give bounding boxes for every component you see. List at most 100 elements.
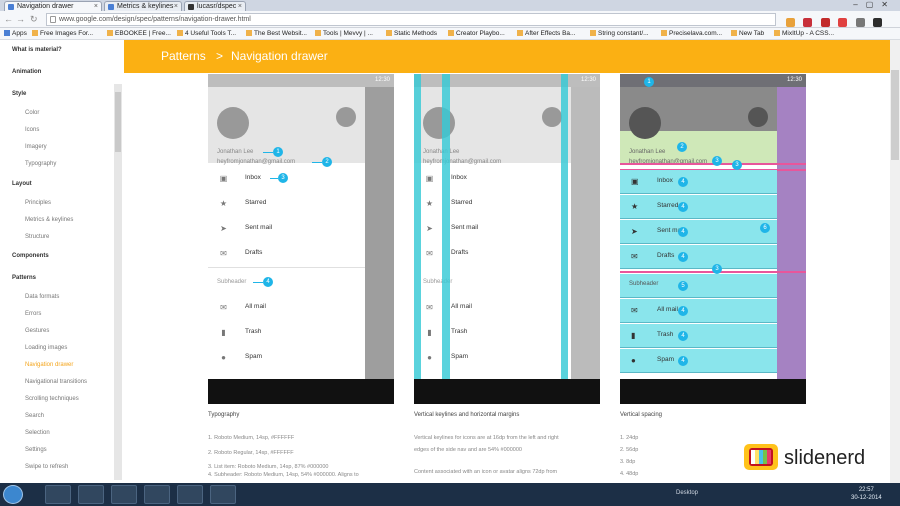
nav-item-navigation-drawer[interactable]: Navigation drawer: [25, 362, 73, 368]
extension-icon[interactable]: [786, 18, 795, 27]
nav-item-swipe-to-refresh[interactable]: Swipe to refresh: [25, 464, 68, 470]
sidebar-scrollbar[interactable]: [114, 84, 122, 480]
bookmark-icon: [448, 30, 454, 36]
bookmark[interactable]: After Effects Ba...: [517, 28, 587, 39]
bookmark[interactable]: Free Images For...: [32, 28, 102, 39]
page-title: Navigation drawer: [231, 49, 328, 63]
bookmark[interactable]: New Tab: [731, 28, 771, 39]
toolbar: ← → ↻ www.google.com/design/spec/pattern…: [0, 11, 900, 45]
nav-item-navigational-transitions[interactable]: Navigational transitions: [25, 379, 87, 385]
close-icon[interactable]: ×: [238, 2, 242, 11]
callout-badge: 3: [732, 160, 742, 170]
bookmark[interactable]: EBOOKEE | Free...: [107, 28, 175, 39]
bookmark-icon: [32, 30, 38, 36]
start-button[interactable]: [3, 485, 23, 504]
chrome-icon[interactable]: [78, 485, 104, 504]
bookmark[interactable]: Preciselava.com...: [661, 28, 729, 39]
window-controls[interactable]: –▢✕: [853, 0, 896, 9]
drawer-item-spam: ● Spam: [208, 345, 365, 370]
bookmark-icon: [731, 30, 737, 36]
bookmark[interactable]: The Best Websit...: [246, 28, 312, 39]
app-icon[interactable]: [144, 485, 170, 504]
nav-item-loading-images[interactable]: Loading images: [25, 345, 67, 351]
reload-icon[interactable]: ↻: [30, 14, 38, 25]
tab-metrics-keylines[interactable]: Metrics & keylines ×: [104, 1, 182, 11]
nav-section-what-is-material[interactable]: What is material?: [12, 47, 62, 53]
nav-item-settings[interactable]: Settings: [25, 447, 47, 453]
nav-section-components[interactable]: Components: [12, 253, 49, 259]
watermark-text: slidenerd: [784, 447, 866, 469]
desktop-label[interactable]: Desktop: [676, 490, 698, 496]
nav-section-patterns[interactable]: Patterns: [12, 275, 36, 281]
extension-icon[interactable]: [838, 18, 848, 27]
close-icon[interactable]: ×: [94, 2, 98, 11]
app-icon[interactable]: [177, 485, 203, 504]
nav-item-gestures[interactable]: Gestures: [25, 328, 49, 334]
account-avatar: [748, 107, 768, 127]
bookmark-apps[interactable]: Apps: [4, 28, 27, 39]
drawer-item-spam: ● Spam: [414, 345, 571, 370]
nav-item-selection[interactable]: Selection: [25, 430, 50, 436]
drawer-item-inbox: ▣ Inbox: [425, 174, 467, 183]
callout-badge: 4: [678, 202, 688, 212]
nav-item-scrolling-techniques[interactable]: Scrolling techniques: [25, 396, 79, 402]
callout-badge: 3: [278, 173, 288, 183]
drafts-icon: ✉: [426, 249, 433, 258]
callout-badge: 4: [678, 356, 688, 366]
forward-icon[interactable]: →: [16, 14, 25, 24]
scroll-thumb[interactable]: [115, 92, 121, 152]
trash-icon: ▮: [221, 328, 226, 337]
nav-item-color[interactable]: Color: [25, 110, 39, 116]
scrim: [571, 87, 600, 379]
extension-icon[interactable]: [820, 18, 830, 27]
scroll-thumb[interactable]: [891, 70, 899, 160]
page-icon: [50, 16, 56, 23]
nav-item-typography[interactable]: Typography: [25, 161, 56, 167]
user-name: Jonathan Lee: [217, 149, 254, 155]
bookmark-icon: [246, 30, 252, 36]
drawer-item-drafts: ✉ Drafts: [426, 249, 469, 258]
nav-section-style[interactable]: Style: [12, 91, 26, 97]
drawer-mockup-spacing: 12:30 Jonathan Lee heyfromjonathan@gmail…: [620, 74, 806, 404]
back-icon[interactable]: ←: [4, 14, 13, 24]
drawer-header: Jonathan Lee heyfromjonathan@gmail.com: [414, 87, 571, 165]
nav-item-errors[interactable]: Errors: [25, 311, 41, 317]
skype-icon[interactable]: [111, 485, 137, 504]
nav-item-icons[interactable]: Icons: [25, 127, 39, 133]
tab-navigation-drawer[interactable]: Navigation drawer ×: [4, 1, 102, 11]
bookmark[interactable]: Static Methods: [386, 28, 446, 39]
nav-item-imagery[interactable]: Imagery: [25, 144, 47, 150]
extension-icon[interactable]: [855, 18, 865, 27]
close-icon[interactable]: ×: [174, 2, 178, 11]
mail-icon: ✉: [426, 303, 433, 312]
nav-item-metrics-keylines[interactable]: Metrics & keylines: [25, 217, 73, 223]
bookmark[interactable]: 4 Useful Tools T...: [177, 28, 243, 39]
nav-item-principles[interactable]: Principles: [25, 200, 51, 206]
account-avatar: [542, 107, 562, 127]
favicon-icon: [108, 4, 114, 10]
nav-item-data-formats[interactable]: Data formats: [25, 294, 59, 300]
nav-section-animation[interactable]: Animation: [12, 69, 41, 75]
nav-item-search[interactable]: Search: [25, 413, 44, 419]
bookmark[interactable]: MixItUp - A CSS...: [774, 28, 844, 39]
nav-section-layout[interactable]: Layout: [12, 181, 32, 187]
bookmark[interactable]: String constant/...: [590, 28, 658, 39]
breadcrumb-patterns[interactable]: Patterns: [161, 49, 206, 63]
tab-lucasr-dspec[interactable]: lucasr/dspec ×: [184, 1, 246, 11]
app-icon[interactable]: [210, 485, 236, 504]
nav-item-structure[interactable]: Structure: [25, 234, 49, 240]
file-explorer-icon[interactable]: [45, 485, 71, 504]
bookmark-icon: [590, 30, 596, 36]
spec-line: Content associated with an icon or avata…: [414, 469, 558, 475]
bookmark[interactable]: Tools | Mevvy | ...: [315, 28, 383, 39]
color-bars: [751, 450, 771, 464]
subheader: Subheader: [217, 279, 247, 285]
page-scrollbar[interactable]: [890, 40, 900, 483]
address-bar[interactable]: www.google.com/design/spec/patterns/navi…: [46, 13, 776, 26]
extension-icon[interactable]: [873, 18, 883, 27]
nav-bar: [620, 379, 806, 404]
clock[interactable]: 22:57 30-12-2014: [851, 486, 882, 502]
send-icon: ➤: [426, 224, 433, 233]
extension-icon[interactable]: [803, 18, 813, 27]
bookmark[interactable]: Creator Playbo...: [448, 28, 514, 39]
